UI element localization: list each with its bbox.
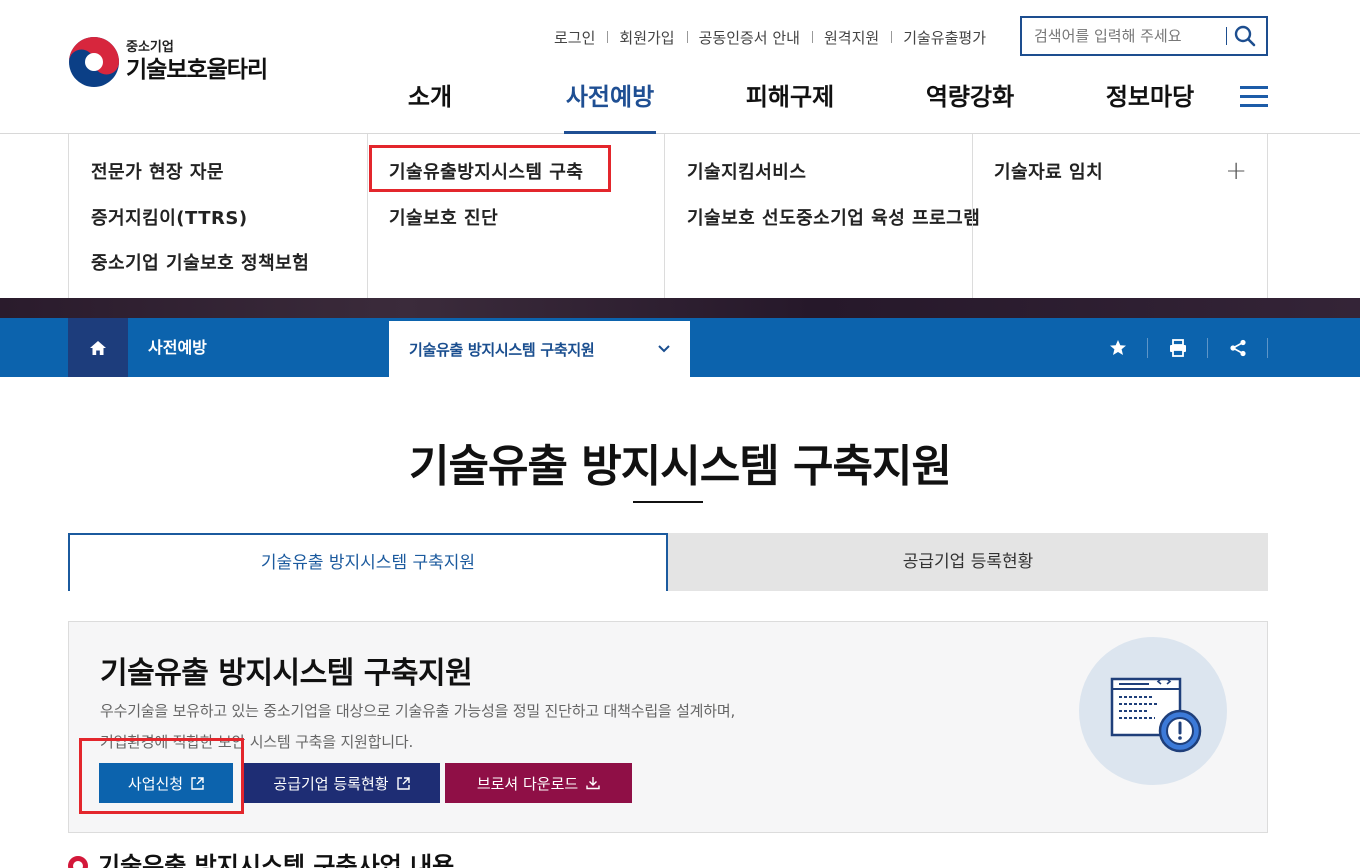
title-underline (633, 501, 703, 503)
menu-tech-escrow[interactable]: 기술자료 임치 (994, 158, 1103, 184)
bookmark-button[interactable] (1088, 337, 1148, 358)
breadcrumb-level1[interactable]: 사전예방 (148, 318, 207, 377)
tab-leak-prevention[interactable]: 기술유출 방지시스템 구축지원 (68, 533, 668, 591)
hero-visual-strip (0, 298, 1360, 318)
hamburger-menu-icon[interactable] (1240, 86, 1268, 108)
search-button[interactable] (1227, 18, 1263, 54)
mega-column-4: 기술자료 임치 + (972, 134, 1268, 298)
logo-subtitle: 중소기업 (126, 40, 174, 55)
share-button[interactable] (1208, 337, 1268, 358)
info-description-line1: 우수기술을 보유하고 있는 중소기업을 대상으로 기술유출 가능성을 정밀 진단… (100, 702, 736, 720)
print-icon (1169, 338, 1186, 357)
menu-tech-protection-diagnosis[interactable]: 기술보호 진단 (389, 204, 498, 230)
info-title: 기술유출 방지시스템 구축지원 (100, 656, 473, 691)
chevron-down-icon (658, 345, 670, 353)
menu-ttrs[interactable]: 증거지킴이(TTRS) (91, 204, 248, 230)
menu-leading-sme-program[interactable]: 기술보호 선도중소기업 육성 프로그램 (687, 204, 980, 230)
search-box (1020, 16, 1268, 56)
site-header: 중소기업 기술보호울타리 로그인 회원가입 공동인증서 안내 원격지원 기술유출… (0, 0, 1360, 134)
site-logo[interactable]: 중소기업 기술보호울타리 (68, 36, 268, 88)
location-bar: 사전예방 기술유출 방지시스템 구축지원 (0, 318, 1360, 377)
external-link-icon (396, 776, 410, 790)
brochure-download-button[interactable]: 브로셔 다운로드 (445, 763, 632, 803)
download-icon (586, 777, 600, 790)
menu-policy-insurance[interactable]: 중소기업 기술보호 정책보험 (91, 249, 309, 275)
gnb-capacity[interactable]: 역량강화 (880, 74, 1060, 134)
share-icon (1229, 339, 1246, 356)
home-icon (90, 340, 106, 355)
program-info-box: 기술유출 방지시스템 구축지원 우수기술을 보유하고 있는 중소기업을 대상으로… (68, 621, 1268, 833)
menu-tech-guard-service[interactable]: 기술지킴서비스 (687, 158, 806, 184)
gnb-damage-relief[interactable]: 피해구제 (700, 74, 880, 134)
content-tabs: 기술유출 방지시스템 구축지원 공급기업 등록현황 (68, 533, 1268, 591)
print-button[interactable] (1148, 337, 1208, 358)
mega-column-3: 기술지킴서비스 기술보호 선도중소기업 육성 프로그램 (664, 134, 980, 298)
mega-menu: 전문가 현장 자문 증거지킴이(TTRS) 중소기업 기술보호 정책보험 기술유… (0, 134, 1360, 298)
search-icon (1234, 25, 1256, 47)
gnb-prevention[interactable]: 사전예방 (520, 74, 700, 134)
page-title: 기술유출 방지시스템 구축지원 (409, 441, 952, 492)
leak-assessment-link[interactable]: 기술유출평가 (891, 27, 998, 48)
brochure-download-button-label: 브로셔 다운로드 (476, 774, 579, 793)
highlight-box-menu (369, 145, 611, 192)
home-button[interactable] (68, 318, 128, 377)
supplier-status-button[interactable]: 공급기업 등록현황 (243, 763, 440, 803)
highlight-box-apply (79, 738, 244, 814)
logo-title: 기술보호울타리 (126, 57, 268, 83)
main-navigation: 소개 사전예방 피해구제 역량강화 정보마당 (340, 74, 1240, 134)
code-window-warning-icon (1110, 677, 1202, 753)
taegeuk-logo-icon (69, 37, 119, 87)
breadcrumb-level2-dropdown[interactable]: 기술유출 방지시스템 구축지원 (389, 321, 690, 377)
tabs-divider (668, 590, 1268, 591)
remote-support-link[interactable]: 원격지원 (811, 27, 891, 48)
breadcrumb-level2-label: 기술유출 방지시스템 구축지원 (409, 340, 595, 359)
search-input[interactable] (1034, 27, 1224, 45)
section-heading: 기술유출 방지시스템 구축사업 내용 (68, 852, 454, 868)
utility-links: 로그인 회원가입 공동인증서 안내 원격지원 기술유출평가 (542, 27, 998, 48)
page-tools (1088, 318, 1268, 377)
star-icon (1109, 340, 1126, 355)
section-heading-text: 기술유출 방지시스템 구축사업 내용 (98, 852, 455, 868)
section-bullet-icon (68, 856, 88, 868)
security-system-illustration (1079, 637, 1227, 785)
menu-expert-consulting[interactable]: 전문가 현장 자문 (91, 158, 224, 184)
signup-link[interactable]: 회원가입 (607, 27, 686, 48)
expand-plus-icon[interactable]: + (1225, 158, 1247, 184)
mega-column-1: 전문가 현장 자문 증거지킴이(TTRS) 중소기업 기술보호 정책보험 (68, 134, 367, 298)
certificate-guide-link[interactable]: 공동인증서 안내 (686, 27, 812, 48)
tab-supplier-status[interactable]: 공급기업 등록현황 (668, 533, 1268, 591)
gnb-intro[interactable]: 소개 (340, 74, 520, 134)
supplier-status-button-label: 공급기업 등록현황 (273, 774, 389, 793)
gnb-info[interactable]: 정보마당 (1060, 74, 1240, 134)
login-link[interactable]: 로그인 (542, 27, 607, 48)
